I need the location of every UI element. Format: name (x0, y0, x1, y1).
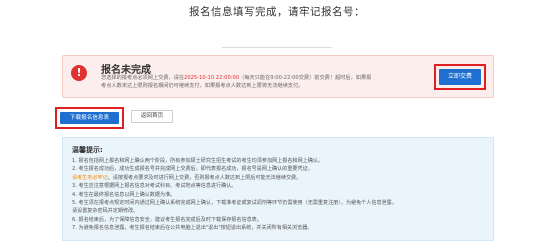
tip-item: 6. 报名结束后，为了保障信息安全，建议考生报名完成后及时下载保存报名信息表。 (72, 216, 262, 223)
tip-highlight: 请考生务必牢记 (72, 174, 108, 181)
tips-title: 温馨提示: (72, 146, 103, 154)
payment-deadline: 2025-10-10 22:00:00 (184, 75, 240, 81)
pay-button-highlight: 立即交费 (434, 64, 486, 90)
tip-item: 5. 考生须在报考点规定时间内通过网上确认系统完成网上确认，下载准考证或复试调剂… (72, 200, 397, 207)
back-to-home-button[interactable]: 返回首页 (131, 110, 173, 123)
tip-item: 7. 为避免报名信息泄露，考生报名结束后在公共电脑上退出"退出"按钮退出系统，并… (72, 225, 313, 232)
tip-item: 1. 报名包括网上报名和网上确认两个阶段，所有参加硕士研究生招生考试的考生均须参… (72, 158, 323, 164)
download-button-highlight: 下载报名信息表 (55, 107, 124, 129)
status-desc-part1: 您选择的报考点必须网上交费，请在 (101, 75, 185, 81)
status-desc-line2: 考点人数未达上限则报名期间仍可继续支付，如果报考点人数达到上限将无法继续支付。 (101, 83, 304, 89)
pay-now-button[interactable]: 立即交费 (439, 69, 481, 85)
tip-item: 请考生务必牢记。请按报考点要求及时进行网上交费，否则报考点人数达到上限后可能无法… (72, 174, 302, 181)
tips-list: 1. 报名包括网上报名和网上确认两个阶段，所有参加硕士研究生招生考试的考生均须参… (72, 157, 486, 233)
page-title: 报名信息填写完成，请牢记报名号： (189, 6, 365, 18)
status-description: 您选择的报考点必须网上交费，请在2025-10-10 22:00:00（每天只能… (101, 74, 426, 90)
tip-item: 4. 考生在最终报名信息以网上确认数据为准。 (72, 191, 176, 198)
tips-panel: 温馨提示: 1. 报名包括网上报名和网上确认两个阶段，所有参加硕士研究生招生考试… (62, 137, 494, 241)
download-registration-form-button[interactable]: 下载报名信息表 (60, 112, 119, 124)
exclamation-circle-icon: ! (71, 65, 87, 81)
status-desc-part2: （每天只能在9:00-22:00交费）前交费！超时后，如果报 (239, 75, 372, 81)
registration-status-panel: ! 报名未完成 您选择的报考点必须网上交费，请在2025-10-10 22:00… (62, 55, 494, 98)
registration-result-page: 报名信息填写完成，请牢记报名号： ! 报名未完成 您选择的报考点必须网上交费，请… (0, 0, 554, 241)
tip-item: 3. 考生应注意根据网上报名信息对考试科目、考试地点等信息进行确认。 (72, 183, 237, 190)
registration-number-underline (222, 47, 332, 48)
tip-item: 请设置复杂密码并定期修改。 (72, 208, 139, 215)
tip-item: 2. 考生报名成功后，成功生成报名号并完成网上交费后，即代表报名成功，报名号是网… (72, 166, 313, 173)
